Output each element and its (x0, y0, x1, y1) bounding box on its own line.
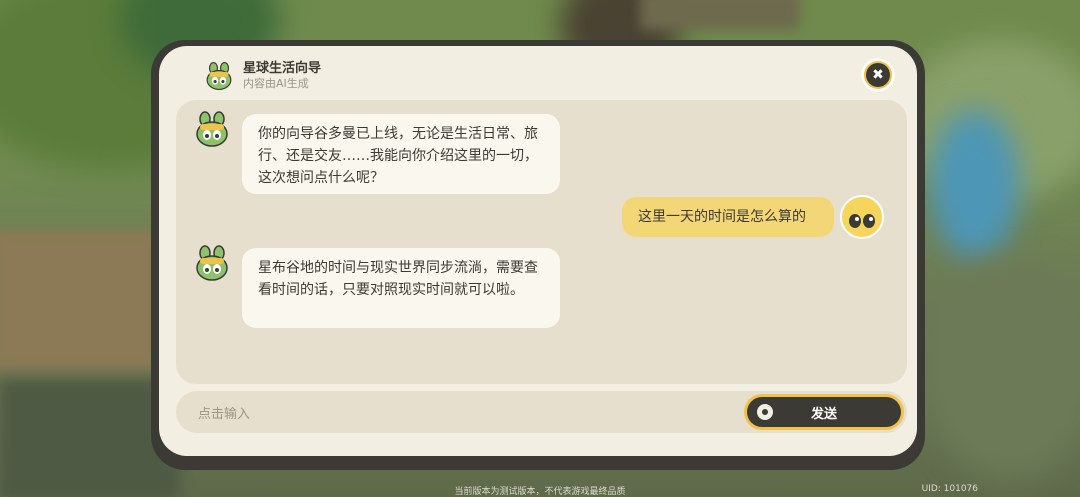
guide-message: 星布谷地的时间与现实世界同步流淌，需要查看时间的话，只要对照现实时间就可以啦。 (242, 248, 560, 328)
send-button[interactable]: 发送 (744, 394, 904, 430)
microphone-dot-icon (757, 404, 773, 420)
test-version-notice: 当前版本为测试版本，不代表游戏最终品质 (454, 487, 626, 497)
guide-message: 你的向导谷多曼已上线，无论是生活日常、旅行、还是交友……我能向你介绍这里的一切，… (242, 114, 560, 194)
uid-label: UID: 101076 (921, 484, 978, 494)
life-guide-dialog: 星球生活向导 内容由AI生成 ✖ 你的向导谷多曼已上线，无论是生活日常、旅行、还… (151, 40, 925, 470)
close-button[interactable]: ✖ (861, 58, 895, 92)
send-button-label: 发送 (810, 406, 837, 422)
guide-avatar-icon (196, 245, 228, 281)
frog-mascot-icon (206, 61, 232, 91)
message-input[interactable]: 点击输入 (198, 403, 250, 422)
close-icon: ✖ (866, 63, 890, 87)
user-avatar-icon (840, 195, 884, 239)
dialog-header: 星球生活向导 内容由AI生成 (203, 58, 321, 94)
ai-generated-note: 内容由AI生成 (243, 77, 309, 90)
user-message: 这里一天的时间是怎么算的 (622, 197, 834, 237)
chat-history[interactable]: 你的向导谷多曼已上线，无论是生活日常、旅行、还是交友……我能向你介绍这里的一切，… (176, 100, 907, 384)
guide-avatar-icon (196, 111, 228, 147)
message-input-bar: 点击输入 发送 (176, 391, 907, 433)
dialog-panel: 星球生活向导 内容由AI生成 ✖ 你的向导谷多曼已上线，无论是生活日常、旅行、还… (159, 46, 917, 456)
dialog-title: 星球生活向导 (243, 61, 322, 76)
